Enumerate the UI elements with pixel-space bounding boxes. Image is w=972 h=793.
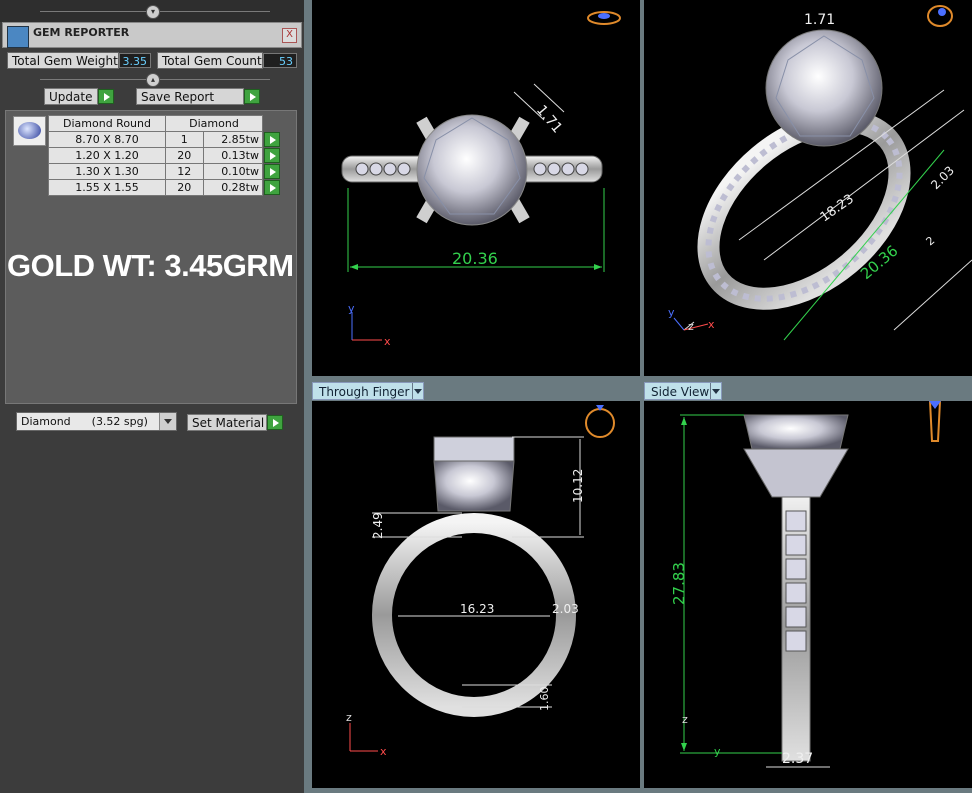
dimension-label: 2.03: [928, 163, 957, 192]
viewport-side-view[interactable]: 27.83 2.37 z y: [644, 401, 972, 788]
gem-count: 12: [165, 163, 204, 180]
dimension-label: 20.36: [452, 249, 498, 268]
axis-label: x: [384, 335, 391, 348]
set-material-play-icon[interactable]: [267, 415, 283, 430]
gem-weight: 0.28tw: [202, 179, 264, 196]
gem-weight: 0.13tw: [202, 147, 264, 164]
axis-label: z: [682, 713, 688, 726]
collapse-handle-icon[interactable]: ▴: [146, 73, 160, 87]
row-play-icon[interactable]: [264, 164, 280, 179]
collapse-handle-icon[interactable]: ▾: [146, 5, 160, 19]
top-strip: ▾: [0, 0, 304, 22]
viewport-through-finger[interactable]: 10.12 2.49 16.23 2.03 1.60 z x: [312, 401, 640, 788]
save-report-play-icon[interactable]: [244, 89, 260, 104]
viewport-area: 20.36 1.71 y x 18.23 2.03 20.36 2 1.71 y…: [304, 0, 972, 793]
dimension-label: 18.23: [818, 192, 857, 226]
dimension-label: 1.71: [804, 12, 835, 28]
axis-label: x: [708, 318, 715, 331]
total-gem-count-value: 53: [263, 53, 297, 68]
viewport-top[interactable]: 20.36 1.71 y x: [312, 0, 640, 376]
viewport-label-side-view[interactable]: Side View: [644, 382, 722, 400]
center-diamond-shape: [416, 114, 528, 226]
table-row[interactable]: 1.55 X 1.55 20 0.28tw: [48, 179, 282, 196]
axis-label: y: [714, 745, 721, 758]
gem-size: 1.20 X 1.20: [48, 147, 166, 164]
axis-label: z: [346, 711, 352, 724]
gem-reporter-app-icon: [7, 26, 29, 48]
gem-weight: 0.10tw: [202, 163, 264, 180]
row-play-icon[interactable]: [264, 132, 280, 147]
save-report-button[interactable]: Save Report: [136, 88, 244, 105]
top-view-drawing: 20.36 1.71 y x: [341, 11, 621, 348]
axis-label: y: [668, 306, 675, 319]
viewport-label-through-finger[interactable]: Through Finger: [312, 382, 424, 400]
center-diamond-shape: [433, 460, 515, 512]
gem-weight: 2.85tw: [202, 131, 264, 148]
table-header: Diamond: [165, 115, 263, 132]
table-row[interactable]: 1.30 X 1.30 12 0.10tw: [48, 163, 282, 180]
axis-label: x: [380, 745, 387, 758]
gem-size: 1.55 X 1.55: [48, 179, 166, 196]
dimension-label: 2.49: [371, 512, 385, 539]
dimension-label: 16.23: [460, 602, 494, 616]
center-diamond-shape: [765, 29, 883, 147]
panel-title: GEM REPORTER: [33, 26, 130, 39]
perspective-view-drawing: 18.23 2.03 20.36 2 1.71 y z x: [668, 5, 972, 341]
viewport-label-text: Side View: [651, 385, 710, 399]
gold-weight-annotation: GOLD WT: 3.45GRM: [7, 248, 294, 283]
material-select[interactable]: Diamond (3.52 spg): [16, 412, 177, 431]
axis-label: z: [688, 320, 694, 333]
viewport-label-text: Through Finger: [319, 385, 410, 399]
row-play-icon[interactable]: [264, 180, 280, 195]
dimension-label: 2.37: [782, 751, 813, 767]
through-finger-drawing: 10.12 2.49 16.23 2.03 1.60 z x: [346, 405, 615, 758]
chevron-down-icon[interactable]: [412, 383, 423, 399]
panel-titlebar: GEM REPORTER X: [2, 22, 302, 48]
chevron-down-icon[interactable]: [710, 383, 721, 399]
gem-table: Diamond Round Diamond 8.70 X 8.70 1 2.85…: [48, 115, 282, 196]
total-gem-count-label: Total Gem Count: [157, 52, 263, 69]
gem-reporter-panel: ▾ GEM REPORTER X Total Gem Weight 3.35 T…: [0, 0, 304, 793]
axis-label: y: [348, 302, 355, 315]
total-gem-weight-label: Total Gem Weight: [7, 52, 119, 69]
gem-size: 8.70 X 8.70: [48, 131, 166, 148]
through-finger-orientation-icon[interactable]: [585, 408, 615, 438]
side-view-drawing: 27.83 2.37 z y: [670, 401, 942, 768]
update-play-icon[interactable]: [98, 89, 114, 104]
center-diamond-shape: [743, 414, 849, 450]
dimension-label: 27.83: [670, 562, 688, 605]
dimension-label: 1.60: [538, 687, 551, 712]
gem-count: 20: [165, 147, 204, 164]
table-header: Diamond Round: [48, 115, 166, 132]
set-material-button[interactable]: Set Material: [187, 414, 267, 431]
dimension-label: 10.12: [571, 469, 585, 503]
chevron-down-icon[interactable]: [159, 413, 176, 430]
row-play-icon[interactable]: [264, 148, 280, 163]
total-gem-weight-value: 3.35: [119, 53, 151, 68]
material-select-value: Diamond (3.52 spg): [21, 415, 148, 428]
dimension-label: 2.03: [552, 602, 579, 616]
update-button[interactable]: Update: [44, 88, 98, 105]
close-button[interactable]: X: [282, 28, 297, 43]
viewport-perspective[interactable]: 18.23 2.03 20.36 2 1.71 y z x: [644, 0, 972, 376]
diamond-thumbnail-icon: [13, 116, 46, 146]
gem-count: 1: [165, 131, 204, 148]
gem-size: 1.30 X 1.30: [48, 163, 166, 180]
table-row[interactable]: 8.70 X 8.70 1 2.85tw: [48, 131, 282, 148]
dimension-label: 2: [924, 234, 938, 248]
dimension-label: 1.71: [533, 102, 565, 136]
table-row[interactable]: 1.20 X 1.20 20 0.13tw: [48, 147, 282, 164]
gem-count: 20: [165, 179, 204, 196]
